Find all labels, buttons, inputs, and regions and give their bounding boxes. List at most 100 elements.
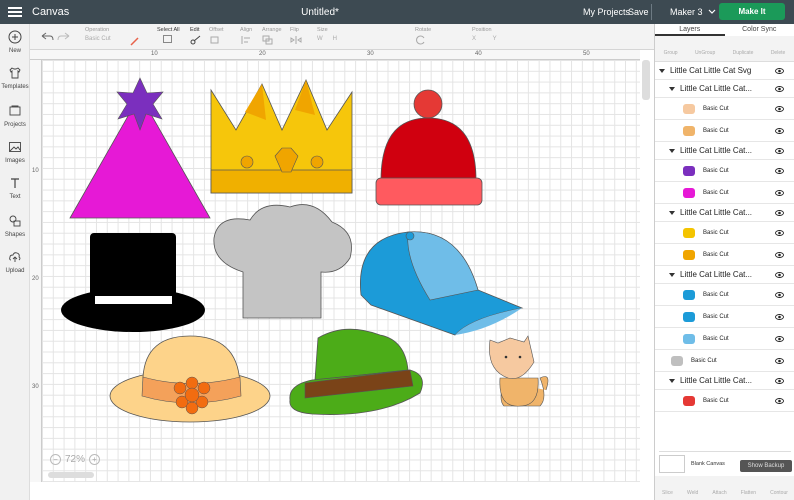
eye-icon[interactable] [775,85,784,92]
visibility-toggle[interactable] [775,251,784,258]
eye-icon[interactable] [775,167,784,174]
eye-icon[interactable] [775,357,784,364]
visibility-toggle[interactable] [775,127,784,134]
layer-group-label: Little Cat Little Cat... [680,270,753,279]
ungroup-button[interactable]: UnGroup [695,50,715,61]
layer-list: Little Cat Little Cat Svg Little Cat Lit… [655,62,794,412]
contour-button[interactable]: Contour [770,490,788,500]
layer-swatch-icon [683,125,695,136]
collapse-icon[interactable] [669,272,675,277]
visibility-toggle[interactable] [775,377,784,384]
visibility-toggle[interactable] [775,397,784,404]
layer-group[interactable]: Little Cat Little Cat... [655,372,794,390]
layer-row[interactable]: Basic Cut [655,284,794,306]
layer-group[interactable]: Little Cat Little Cat... [655,142,794,160]
eye-icon[interactable] [775,229,784,236]
collapse-icon[interactable] [669,148,675,153]
beanie-shape[interactable] [375,89,483,206]
make-it-button[interactable]: Make It [719,3,785,20]
eye-icon[interactable] [775,209,784,216]
layer-swatch-icon [683,333,695,344]
layer-thumbnail [681,288,697,302]
visibility-toggle[interactable] [775,209,784,216]
layer-row[interactable]: Basic Cut [655,390,794,412]
fedora-shape[interactable] [289,328,423,415]
party-hat-shape[interactable] [69,77,211,219]
sun-hat-shape[interactable] [109,335,271,423]
eye-icon[interactable] [775,251,784,258]
duplicate-button[interactable]: Duplicate [733,50,754,61]
eye-icon[interactable] [775,271,784,278]
eye-icon[interactable] [775,127,784,134]
layer-row[interactable]: Basic Cut [655,350,794,372]
machine-select[interactable]: Maker 3 [670,7,716,17]
show-backup-button[interactable]: Show Backup [740,460,792,472]
visibility-toggle[interactable] [775,167,784,174]
layer-thumbnail [681,394,697,408]
collapse-icon[interactable] [669,378,675,383]
visibility-toggle[interactable] [775,291,784,298]
delete-button[interactable]: Delete [771,50,785,61]
visibility-toggle[interactable] [775,357,784,364]
panel-bottom-tools: Slice Weld Attach Flatten Contour [655,476,794,500]
crown-shape[interactable] [210,79,353,194]
group-button[interactable]: Group [664,50,678,61]
eye-icon[interactable] [775,67,784,74]
eye-icon[interactable] [775,335,784,342]
layer-thumbnail [681,226,697,240]
eye-icon[interactable] [775,147,784,154]
visibility-toggle[interactable] [775,147,784,154]
layer-row[interactable]: Basic Cut [655,160,794,182]
layer-group-label: Little Cat Little Cat... [680,376,753,385]
collapse-icon[interactable] [659,68,665,73]
layer-row-label: Basic Cut [703,127,729,134]
eye-icon[interactable] [775,291,784,298]
slice-button[interactable]: Slice [662,490,673,500]
layer-thumbnail [681,124,697,138]
flatten-button[interactable]: Flatten [741,490,756,500]
layer-root[interactable]: Little Cat Little Cat Svg [655,62,794,80]
panel-tabs: Layers Color Sync [655,24,794,36]
tab-color-sync[interactable]: Color Sync [725,24,794,36]
layer-row[interactable]: Basic Cut [655,328,794,350]
layer-row[interactable]: Basic Cut [655,222,794,244]
visibility-toggle[interactable] [775,271,784,278]
visibility-toggle[interactable] [775,313,784,320]
layer-row[interactable]: Basic Cut [655,244,794,266]
layer-thumbnail [681,248,697,262]
machine-label: Maker 3 [670,7,703,17]
cat-shape[interactable] [489,335,549,407]
zoom-out-button[interactable]: − [50,453,61,465]
visibility-toggle[interactable] [775,67,784,74]
eye-icon[interactable] [775,313,784,320]
layer-row[interactable]: Basic Cut [655,98,794,120]
layer-group[interactable]: Little Cat Little Cat... [655,266,794,284]
eye-icon[interactable] [775,189,784,196]
layer-row[interactable]: Basic Cut [655,182,794,204]
tab-layers[interactable]: Layers [655,24,725,36]
layer-group[interactable]: Little Cat Little Cat... [655,204,794,222]
layer-row[interactable]: Basic Cut [655,120,794,142]
visibility-toggle[interactable] [775,189,784,196]
visibility-toggle[interactable] [775,335,784,342]
layer-row-label: Basic Cut [703,397,729,404]
attach-button[interactable]: Attach [712,490,726,500]
blank-canvas-swatch[interactable] [659,454,685,473]
eye-icon[interactable] [775,397,784,404]
visibility-toggle[interactable] [775,85,784,92]
visibility-toggle[interactable] [775,105,784,112]
zoom-in-button[interactable]: + [89,453,101,465]
chef-hat-shape[interactable] [213,204,352,319]
top-hat-shape[interactable] [61,233,205,332]
visibility-toggle[interactable] [775,229,784,236]
baseball-cap-shape[interactable] [359,231,524,336]
eye-icon[interactable] [775,105,784,112]
collapse-icon[interactable] [669,86,675,91]
layer-row-label: Basic Cut [703,229,729,236]
layer-group[interactable]: Little Cat Little Cat... [655,80,794,98]
eye-icon[interactable] [775,377,784,384]
weld-button[interactable]: Weld [687,490,698,500]
layer-thumbnail [681,186,697,200]
collapse-icon[interactable] [669,210,675,215]
layer-row[interactable]: Basic Cut [655,306,794,328]
